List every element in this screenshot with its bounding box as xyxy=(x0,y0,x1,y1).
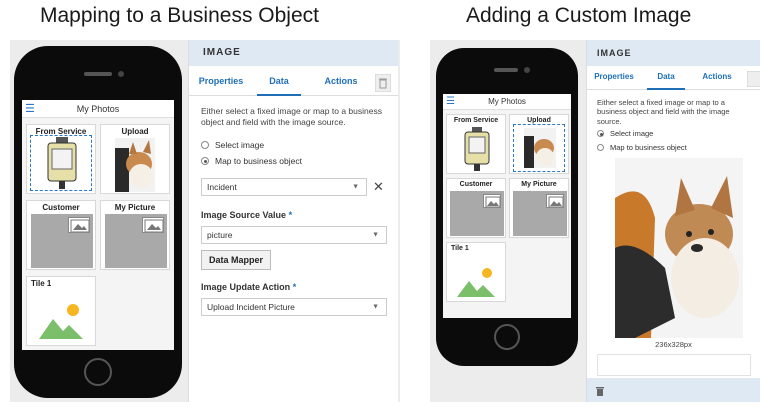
image-update-label: Image Update Action * xyxy=(201,282,297,292)
radio-button[interactable] xyxy=(597,144,604,151)
landscape-icon xyxy=(39,304,83,339)
home-button[interactable] xyxy=(84,358,112,386)
image-placeholder xyxy=(105,214,167,268)
speaker xyxy=(84,72,112,76)
tile-customer[interactable]: Customer xyxy=(446,178,506,238)
tile-from-service[interactable]: From Service xyxy=(446,114,506,174)
radio-map-business-object[interactable]: Map to business object xyxy=(597,143,687,152)
required-marker: * xyxy=(288,210,293,220)
tile-label: From Service xyxy=(453,117,499,124)
tile-customer[interactable]: Customer xyxy=(26,200,96,270)
app-title: My Photos xyxy=(76,104,120,114)
right-heading: Adding a Custom Image xyxy=(466,4,692,27)
app-title: My Photos xyxy=(488,97,526,106)
select-value: picture xyxy=(207,230,233,240)
tab-data[interactable]: Data xyxy=(647,72,685,90)
tile-label: Tile 1 xyxy=(451,245,469,252)
radio-label: Select image xyxy=(610,129,654,138)
data-mapper-button[interactable]: Data Mapper xyxy=(201,250,271,270)
right-image-properties-panel: IMAGE Properties Data Actions Either sel… xyxy=(586,40,760,402)
dropdown-icon: ▼ xyxy=(352,183,359,191)
image-update-select[interactable]: Upload Incident Picture ▼ xyxy=(201,298,387,316)
left-phone-screen: ☰ My Photos From Service Upload Customer… xyxy=(22,100,174,350)
right-phone: ☰ My Photos From Service Upload Customer… xyxy=(436,48,578,366)
landscape-icon xyxy=(457,268,495,297)
image-placeholder-icon xyxy=(68,217,90,233)
tab-actions[interactable]: Actions xyxy=(693,72,741,90)
puppy-image-preview xyxy=(615,158,743,338)
radio-select-image[interactable]: Select image xyxy=(597,129,653,138)
radio-button[interactable]: .rdot.on::after{left:1.5px;top:1.5px;wid… xyxy=(201,157,209,165)
tile-label: Upload xyxy=(527,117,551,124)
tile-my-picture[interactable]: My Picture xyxy=(509,178,569,238)
image-placeholder xyxy=(450,191,504,236)
tab-actions[interactable]: Actions xyxy=(313,76,369,96)
image-source-select[interactable]: picture ▼ xyxy=(201,226,387,244)
image-placeholder-icon xyxy=(546,194,564,208)
tile-upload[interactable]: Upload xyxy=(509,114,569,174)
home-button[interactable] xyxy=(494,324,520,350)
app-header: ☰ My Photos xyxy=(22,100,174,118)
upload-area[interactable] xyxy=(597,354,751,376)
radio-map-business-object[interactable]: .rdot.on::after{left:1.5px;top:1.5px;wid… xyxy=(201,156,302,166)
tab-data[interactable]: Data xyxy=(257,76,301,96)
left-image-properties-panel: IMAGE Properties Data Actions Either sel… xyxy=(188,40,398,402)
tab-properties[interactable]: Properties xyxy=(193,76,249,96)
tile-label: Upload xyxy=(121,127,149,136)
image-placeholder xyxy=(513,191,567,236)
delete-icon[interactable] xyxy=(595,386,605,396)
radio-button[interactable] xyxy=(597,130,604,137)
tile-1[interactable]: Tile 1 xyxy=(446,242,506,302)
radio-label: Map to business object xyxy=(215,156,302,166)
radio-label: Select image xyxy=(215,140,265,150)
speaker xyxy=(494,68,518,72)
required-marker: * xyxy=(292,282,297,292)
tile-upload[interactable]: Upload xyxy=(100,124,170,194)
image-placeholder-icon xyxy=(483,194,501,208)
dropdown-icon: ▼ xyxy=(372,231,379,239)
select-value: Incident xyxy=(207,182,237,192)
panel-footer xyxy=(587,378,760,402)
selection-outline xyxy=(513,124,565,172)
business-object-select[interactable]: Incident ▼ xyxy=(201,178,367,196)
camera xyxy=(118,71,124,77)
radio-button[interactable] xyxy=(201,141,209,149)
select-value: Upload Incident Picture xyxy=(207,302,295,312)
tile-from-service[interactable]: From Service xyxy=(26,124,96,194)
puppy-photo xyxy=(115,138,155,192)
tile-label: Customer xyxy=(42,203,80,212)
tile-label: Customer xyxy=(459,181,493,188)
menu-icon[interactable]: ☰ xyxy=(446,94,455,110)
data-description: Either select a fixed image or map to a … xyxy=(597,98,730,126)
delete-icon[interactable] xyxy=(747,71,760,87)
left-heading: Mapping to a Business Object xyxy=(40,4,319,27)
tile-label: Tile 1 xyxy=(31,279,52,288)
right-phone-screen: ☰ My Photos From Service Upload Customer… xyxy=(443,94,571,318)
tile-label: My Picture xyxy=(521,181,557,188)
radio-select-image[interactable]: Select image xyxy=(201,140,264,150)
menu-icon[interactable]: ☰ xyxy=(25,100,35,118)
panel-title: IMAGE xyxy=(189,40,398,66)
image-source-label: Image Source Value * xyxy=(201,210,293,220)
camera xyxy=(524,67,530,73)
tile-label: My Picture xyxy=(114,203,156,212)
app-header: ☰ My Photos xyxy=(443,94,571,110)
iv-bag-image xyxy=(464,127,490,171)
delete-icon[interactable] xyxy=(375,74,391,92)
image-size-label: 236x328px xyxy=(655,340,692,349)
image-placeholder-icon xyxy=(142,217,164,233)
clear-icon[interactable]: ✕ xyxy=(373,178,384,196)
panel-tabs: Properties Data Actions xyxy=(587,68,760,90)
selection-outline xyxy=(30,135,92,191)
radio-label: Map to business object xyxy=(610,143,687,152)
data-description: Either select a fixed image or map to a … xyxy=(201,106,382,127)
left-phone: ☰ My Photos From Service Upload Customer… xyxy=(14,46,182,398)
panel-tabs: Properties Data Actions xyxy=(189,70,398,96)
tab-properties[interactable]: Properties xyxy=(589,72,639,90)
image-placeholder xyxy=(31,214,93,268)
panel-title: IMAGE xyxy=(587,40,760,66)
dropdown-icon: ▼ xyxy=(372,303,379,311)
tile-my-picture[interactable]: My Picture xyxy=(100,200,170,270)
tile-1[interactable]: Tile 1 xyxy=(26,276,96,346)
